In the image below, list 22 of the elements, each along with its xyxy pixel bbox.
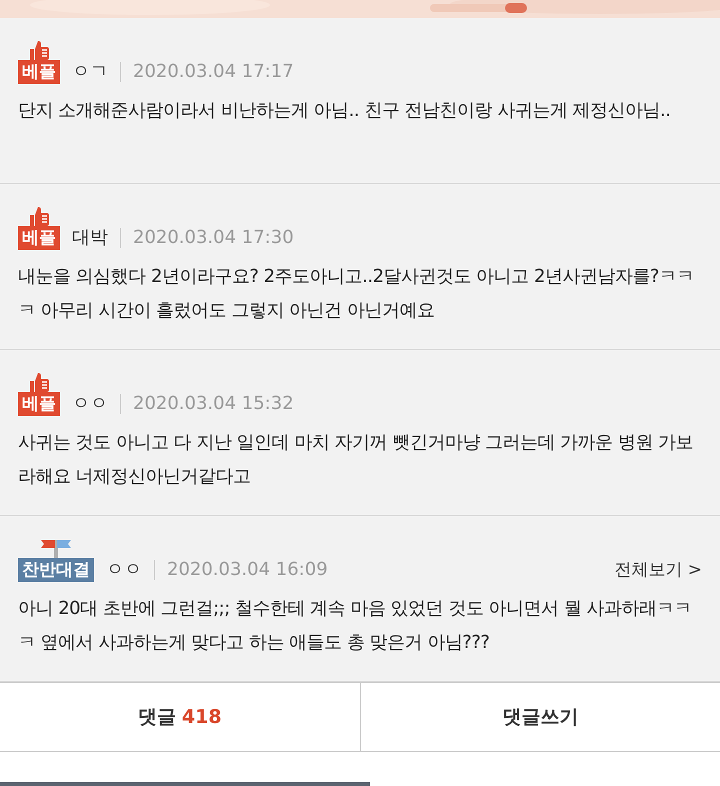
comment-date: 2020.03.04 17:30: [133, 226, 294, 250]
badge-label: 베플: [18, 392, 60, 416]
comments-count: 418: [182, 704, 222, 730]
comment-text: 내눈을 의심했다 2년이라구요? 2주도아니고..2달사귄것도 아니고 2년사귄남자를?ㅋㅋㅋ 아무리 시간이 흘렀어도 그렇지 아닌건 아닌거예요: [18, 265, 695, 323]
badge-label: 찬반대결: [18, 558, 94, 582]
comment-text: 사귀는 것도 아니고 다 지난 일인데 마치 자기꺼 뺏긴거마냥 그러는데 가까운 병원 가보라해요 너제정신아닌거같다고: [18, 431, 694, 489]
thumbs-up-icon: [28, 206, 50, 226]
comments-label: 댓글: [138, 704, 176, 730]
author-name: ㅇㅇ: [106, 558, 142, 582]
author-name: ㅇㄱ: [72, 60, 108, 84]
comment-text: 아니 20대 초반에 그런걸;;; 철수한테 계속 마음 있었던 것도 아니면서 뭘 사과하래ㅋㅋㅋ 옆에서 사과하는게 맞다고 하는 애들도 총 맞은거 아님???: [18, 597, 693, 655]
comment-date: 2020.03.04 15:32: [133, 392, 294, 416]
badge-label: 베플: [18, 60, 60, 84]
comment-date: 2020.03.04 17:17: [133, 60, 294, 84]
comment-date: 2020.03.04 16:09: [167, 558, 328, 582]
author-name: ㅇㅇ: [72, 392, 108, 416]
view-all-link[interactable]: 전체보기 >: [614, 558, 702, 582]
author-name: 대박: [72, 226, 108, 250]
badge-label: 베플: [18, 226, 60, 250]
thumbs-up-icon: [28, 40, 50, 60]
thumbs-up-icon: [28, 372, 50, 392]
comment-text: 단지 소개해준사람이라서 비난하는게 아님.. 친구 전남친이랑 사귀는게 제정신아님..: [18, 99, 672, 123]
